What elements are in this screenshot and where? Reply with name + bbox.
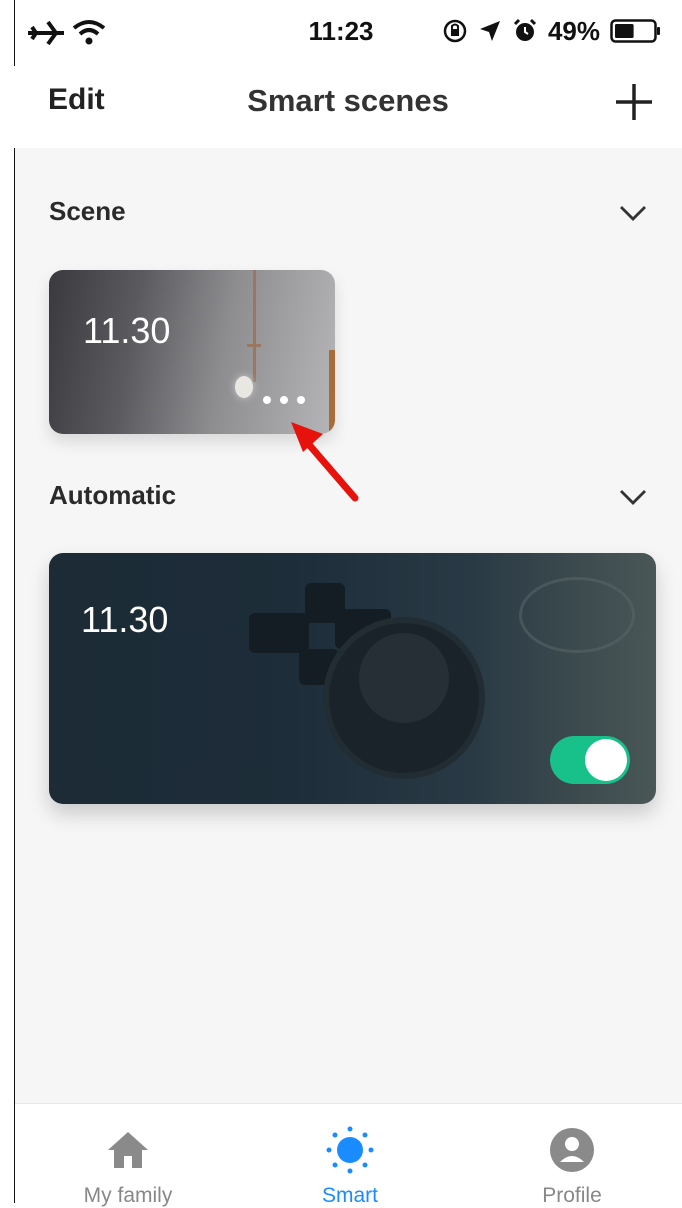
page-title: Smart scenes (247, 83, 449, 118)
chevron-down-icon[interactable] (618, 204, 648, 222)
scene-card-name: 11.30 (83, 310, 171, 351)
battery-percent: 49% (547, 15, 600, 46)
tab-bar: My family Smart Profile (15, 1103, 682, 1207)
annotation-arrow-icon (291, 422, 359, 502)
section-title-scene: Scene (49, 196, 126, 226)
scene-card[interactable]: 11.30 (49, 270, 335, 434)
battery-icon (610, 19, 660, 43)
status-bar: 11:23 49% (0, 0, 682, 66)
home-icon (108, 1132, 148, 1168)
gamepad-dpad-left (249, 613, 309, 653)
location-icon (479, 21, 500, 41)
scenes-content: Scene 11.30 Automatic 11.30 (15, 148, 682, 1103)
alarm-icon (513, 18, 537, 41)
nav-header: Edit Smart scenes (14, 66, 682, 148)
tab-my-family[interactable]: My family (38, 1104, 218, 1207)
tab-profile[interactable]: Profile (482, 1104, 662, 1207)
lamp-arm (247, 344, 261, 347)
section-title-automatic: Automatic (49, 480, 177, 510)
orientation-lock-icon (443, 19, 467, 43)
gamepad-stick (359, 633, 449, 723)
gamepad-button-ring (519, 577, 635, 653)
automation-card[interactable]: 11.30 (49, 553, 656, 804)
scene-card-image (253, 270, 256, 382)
tab-label: Profile (542, 1184, 602, 1207)
automation-toggle[interactable] (550, 736, 630, 784)
sun-icon (326, 1126, 374, 1174)
lamp-bulb (235, 376, 253, 398)
automation-card-name: 11.30 (81, 599, 169, 640)
tab-smart[interactable]: Smart (260, 1104, 440, 1207)
tab-label: Smart (321, 1184, 378, 1207)
plus-icon[interactable] (614, 82, 654, 122)
toggle-knob (585, 739, 627, 781)
more-dots-icon[interactable] (263, 396, 305, 404)
tab-label: My family (83, 1184, 173, 1207)
chevron-down-icon[interactable] (618, 488, 648, 506)
profile-icon (550, 1128, 594, 1172)
status-right-group: 49% (442, 14, 662, 48)
